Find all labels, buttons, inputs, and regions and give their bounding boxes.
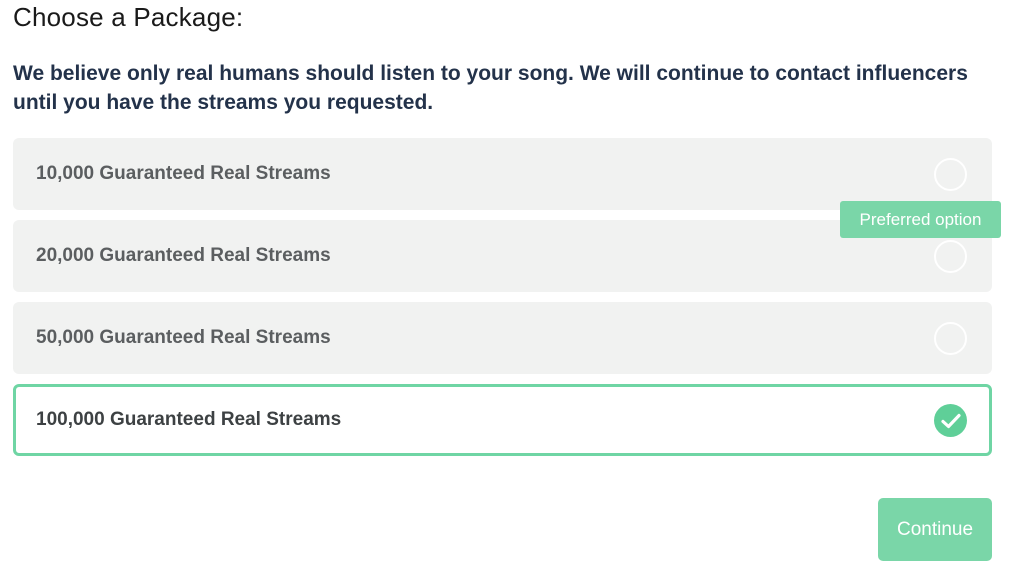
package-option-100000[interactable]: 100,000 Guaranteed Real Streams [13,384,992,456]
package-option-10000[interactable]: 10,000 Guaranteed Real Streams [13,138,992,210]
page-subtitle: We believe only real humans should liste… [13,62,968,114]
package-label: 10,000 Guaranteed Real Streams [36,163,331,184]
radio-empty-icon[interactable] [934,240,967,273]
radio-empty-icon[interactable] [934,322,967,355]
package-label: 100,000 Guaranteed Real Streams [36,409,342,430]
radio-empty-icon[interactable] [934,158,967,191]
package-label: 20,000 Guaranteed Real Streams [36,245,331,266]
checkmark-glyph [940,413,961,428]
preferred-option-badge: Preferred option [840,201,1001,238]
page-title: Choose a Package: [13,2,244,32]
package-label: 50,000 Guaranteed Real Streams [36,327,331,348]
checkmark-icon[interactable] [934,404,967,437]
continue-button[interactable]: Continue [878,498,992,561]
package-selection-page: Choose a Package: We believe only real h… [0,0,1024,577]
package-option-50000[interactable]: 50,000 Guaranteed Real Streams [13,302,992,374]
